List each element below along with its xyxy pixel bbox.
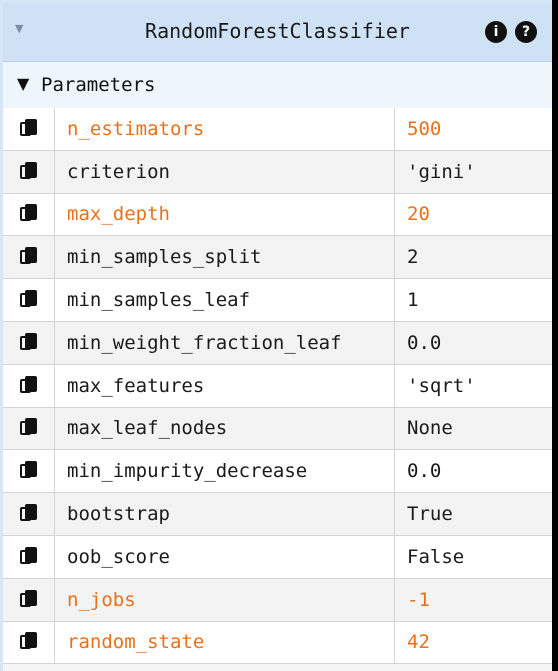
copy-icon xyxy=(19,461,38,481)
copy-icon xyxy=(19,504,38,524)
copy-button[interactable] xyxy=(3,193,55,236)
info-icon[interactable]: i xyxy=(485,21,507,43)
copy-button[interactable] xyxy=(3,578,55,621)
param-row: n_estimators 500 xyxy=(3,108,552,151)
copy-icon xyxy=(19,290,38,310)
param-name: n_jobs xyxy=(55,578,395,621)
estimator-header[interactable]: ▼ RandomForestClassifier i ? xyxy=(3,3,552,62)
copy-icon xyxy=(19,375,38,396)
param-row: min_samples_split 2 xyxy=(3,236,552,280)
param-value: True xyxy=(407,503,453,526)
param-name: n_estimators xyxy=(55,108,395,150)
copy-button[interactable] xyxy=(3,621,55,664)
help-icon[interactable]: ? xyxy=(515,21,537,43)
param-value: 1 xyxy=(407,289,419,312)
param-value: 'gini' xyxy=(407,160,476,183)
parameters-table: n_estimators 500 criterion 'gini' max_depth 2… xyxy=(3,108,552,665)
param-value: None xyxy=(407,417,453,440)
param-row: min_samples_leaf 1 xyxy=(3,279,552,322)
copy-icon xyxy=(19,589,38,610)
param-name: min_impurity_decrease xyxy=(55,450,395,493)
copy-icon xyxy=(19,204,38,224)
param-value: 'sqrt' xyxy=(407,374,476,397)
param-row: max_depth 20 xyxy=(3,193,552,237)
param-row: min_impurity_decrease 0.0 xyxy=(3,450,552,494)
estimator-title: RandomForestClassifier xyxy=(145,19,410,43)
param-row: oob_score False xyxy=(3,535,552,579)
copy-button[interactable] xyxy=(3,535,55,578)
param-value: 500 xyxy=(407,117,442,140)
param-name: max_depth xyxy=(55,193,395,236)
copy-button[interactable] xyxy=(3,364,55,407)
param-row: random_state 42 xyxy=(3,621,552,665)
param-row: criterion 'gini' xyxy=(3,150,552,194)
estimator-panel: ▼ RandomForestClassifier i ? ▼ Parameter… xyxy=(0,0,552,671)
section-toggle-icon[interactable]: ▼ xyxy=(17,76,29,92)
param-name: criterion xyxy=(55,150,395,193)
param-row: n_jobs -1 xyxy=(3,578,552,622)
copy-icon xyxy=(19,418,38,438)
copy-icon xyxy=(19,332,38,353)
copy-button[interactable] xyxy=(3,407,55,450)
param-value: -1 xyxy=(407,588,430,611)
param-value: 0.0 xyxy=(407,331,442,354)
copy-button[interactable] xyxy=(3,321,55,364)
copy-button[interactable] xyxy=(3,150,55,193)
param-name: min_samples_leaf xyxy=(55,279,395,321)
param-name: random_state xyxy=(55,621,395,664)
copy-button[interactable] xyxy=(3,450,55,493)
copy-icon xyxy=(19,546,38,567)
copy-button[interactable] xyxy=(3,279,55,321)
param-row: max_features 'sqrt' xyxy=(3,364,552,408)
copy-icon xyxy=(19,632,38,652)
param-value: 42 xyxy=(407,631,430,654)
param-row: max_leaf_nodes None xyxy=(3,407,552,451)
param-value: False xyxy=(407,545,465,568)
param-name: bootstrap xyxy=(55,493,395,535)
copy-icon xyxy=(19,247,38,267)
copy-button[interactable] xyxy=(3,236,55,279)
copy-icon xyxy=(19,161,38,182)
param-row: bootstrap True xyxy=(3,493,552,536)
param-row: min_weight_fraction_leaf 0.0 xyxy=(3,321,552,365)
param-value: 20 xyxy=(407,203,430,226)
copy-icon xyxy=(19,118,38,139)
param-name: max_features xyxy=(55,364,395,407)
param-name: oob_score xyxy=(55,535,395,578)
parameters-section-header[interactable]: ▼ Parameters xyxy=(3,62,552,109)
copy-button[interactable] xyxy=(3,493,55,535)
param-name: max_leaf_nodes xyxy=(55,407,395,450)
copy-button[interactable] xyxy=(3,108,55,150)
param-name: min_weight_fraction_leaf xyxy=(55,321,395,364)
param-value: 2 xyxy=(407,246,419,269)
parameters-section-title: Parameters xyxy=(41,74,156,96)
param-name: min_samples_split xyxy=(55,236,395,279)
param-value: 0.0 xyxy=(407,460,442,483)
